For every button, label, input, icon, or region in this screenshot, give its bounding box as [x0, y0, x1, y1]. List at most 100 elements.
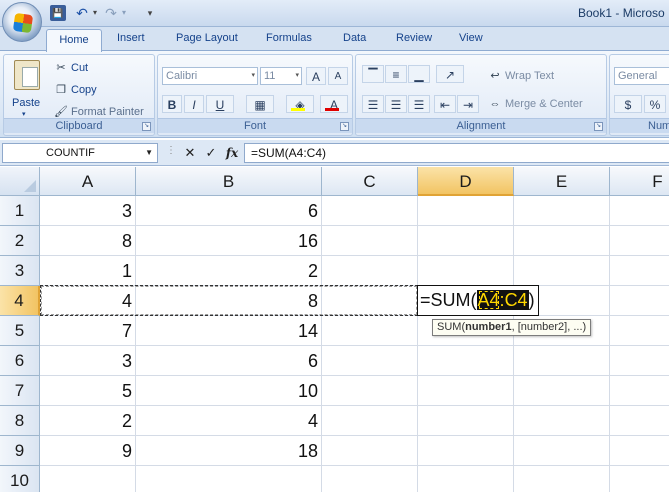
cell-f1[interactable]	[610, 196, 669, 226]
column-header-f[interactable]: F	[610, 167, 669, 196]
cell-c1[interactable]	[322, 196, 418, 226]
undo-icon[interactable]: ↶	[74, 5, 90, 21]
cell-f2[interactable]	[610, 226, 669, 256]
office-button[interactable]	[2, 2, 42, 42]
cell-c7[interactable]	[322, 376, 418, 406]
cell-d2[interactable]	[418, 226, 514, 256]
cancel-icon[interactable]: ✕	[181, 143, 199, 163]
cell-b10[interactable]	[136, 466, 322, 492]
cell-b9[interactable]: 18	[136, 436, 322, 466]
cell-d3[interactable]	[418, 256, 514, 286]
row-header-3[interactable]: 3	[0, 256, 40, 286]
align-bottom-icon[interactable]: ▁	[408, 65, 430, 83]
cell-f5[interactable]	[610, 316, 669, 346]
tab-review[interactable]: Review	[396, 32, 432, 44]
cell-a10[interactable]	[40, 466, 136, 492]
cell-a4[interactable]: 4	[40, 286, 136, 316]
redo-dropdown-icon[interactable]: ▾	[119, 5, 129, 21]
cell-c10[interactable]	[322, 466, 418, 492]
row-header-10[interactable]: 10	[0, 466, 40, 492]
cell-f4[interactable]	[610, 286, 669, 316]
row-header-2[interactable]: 2	[0, 226, 40, 256]
tab-insert[interactable]: Insert	[117, 32, 145, 44]
row-header-4[interactable]: 4	[0, 286, 40, 316]
grow-font-button[interactable]: A	[306, 67, 326, 85]
font-name-combo[interactable]: Calibri ▾	[162, 67, 258, 85]
alignment-launcher-icon[interactable]: ↘	[594, 122, 603, 131]
cell-a2[interactable]: 8	[40, 226, 136, 256]
align-middle-icon[interactable]: ≡	[385, 65, 407, 83]
insert-function-icon[interactable]: fx	[223, 143, 241, 163]
cell-a7[interactable]: 5	[40, 376, 136, 406]
row-header-6[interactable]: 6	[0, 346, 40, 376]
cell-f3[interactable]	[610, 256, 669, 286]
cell-c5[interactable]	[322, 316, 418, 346]
cell-c9[interactable]	[322, 436, 418, 466]
tab-page-layout[interactable]: Page Layout	[176, 32, 238, 44]
column-header-e[interactable]: E	[514, 167, 610, 196]
cell-a1[interactable]: 3	[40, 196, 136, 226]
save-icon[interactable]: 💾	[50, 5, 66, 21]
redo-icon[interactable]: ↷	[103, 5, 119, 21]
cell-b2[interactable]: 16	[136, 226, 322, 256]
cell-e1[interactable]	[514, 196, 610, 226]
cell-e9[interactable]	[514, 436, 610, 466]
cell-e2[interactable]	[514, 226, 610, 256]
cell-e8[interactable]	[514, 406, 610, 436]
cell-b8[interactable]: 4	[136, 406, 322, 436]
paste-dropdown-icon[interactable]: ▾	[22, 110, 26, 118]
cell-b5[interactable]: 14	[136, 316, 322, 346]
cell-b4[interactable]: 8	[136, 286, 322, 316]
currency-button[interactable]: $	[614, 95, 642, 113]
column-header-c[interactable]: C	[322, 167, 418, 196]
percent-button[interactable]: %	[644, 95, 666, 113]
name-box[interactable]: COUNTIF ▼	[2, 143, 158, 163]
row-header-8[interactable]: 8	[0, 406, 40, 436]
underline-button[interactable]: U	[206, 95, 234, 113]
tab-view[interactable]: View	[459, 32, 483, 44]
cell-d7[interactable]	[418, 376, 514, 406]
cell-a6[interactable]: 3	[40, 346, 136, 376]
column-header-a[interactable]: A	[40, 167, 136, 196]
cell-b1[interactable]: 6	[136, 196, 322, 226]
cell-editor-d4[interactable]: =SUM(A4:C4)	[417, 285, 539, 316]
cell-e6[interactable]	[514, 346, 610, 376]
cell-a5[interactable]: 7	[40, 316, 136, 346]
font-size-combo[interactable]: 11 ▾	[260, 67, 302, 85]
cell-c6[interactable]	[322, 346, 418, 376]
cell-c4[interactable]	[322, 286, 418, 316]
tab-home[interactable]: Home	[46, 29, 102, 52]
align-center-icon[interactable]: ☰	[385, 95, 407, 113]
tab-formulas[interactable]: Formulas	[266, 32, 312, 44]
cell-a8[interactable]: 2	[40, 406, 136, 436]
cell-e3[interactable]	[514, 256, 610, 286]
align-right-icon[interactable]: ☰	[408, 95, 430, 113]
cell-b7[interactable]: 10	[136, 376, 322, 406]
clipboard-launcher-icon[interactable]: ↘	[142, 122, 151, 131]
column-header-b[interactable]: B	[136, 167, 322, 196]
cell-f8[interactable]	[610, 406, 669, 436]
cell-a3[interactable]: 1	[40, 256, 136, 286]
fill-color-icon[interactable]: ◈	[286, 95, 314, 113]
copy-button[interactable]: ❐ Copy	[54, 83, 97, 96]
increase-indent-icon[interactable]: ⇥	[457, 95, 479, 113]
cell-c3[interactable]	[322, 256, 418, 286]
undo-dropdown-icon[interactable]: ▾	[90, 5, 100, 21]
row-header-7[interactable]: 7	[0, 376, 40, 406]
cell-d9[interactable]	[418, 436, 514, 466]
cell-d8[interactable]	[418, 406, 514, 436]
cell-d1[interactable]	[418, 196, 514, 226]
cell-b3[interactable]: 2	[136, 256, 322, 286]
cell-e7[interactable]	[514, 376, 610, 406]
italic-button[interactable]: I	[184, 95, 204, 113]
align-top-icon[interactable]: ▔	[362, 65, 384, 83]
cell-d6[interactable]	[418, 346, 514, 376]
wrap-text-button[interactable]: ↩ Wrap Text	[488, 69, 554, 82]
row-header-5[interactable]: 5	[0, 316, 40, 346]
bold-button[interactable]: B	[162, 95, 182, 113]
cell-b6[interactable]: 6	[136, 346, 322, 376]
merge-center-button[interactable]: ⇔ Merge & Center	[488, 98, 583, 110]
cell-c8[interactable]	[322, 406, 418, 436]
font-color-button[interactable]: A	[320, 95, 348, 113]
cell-d10[interactable]	[418, 466, 514, 492]
